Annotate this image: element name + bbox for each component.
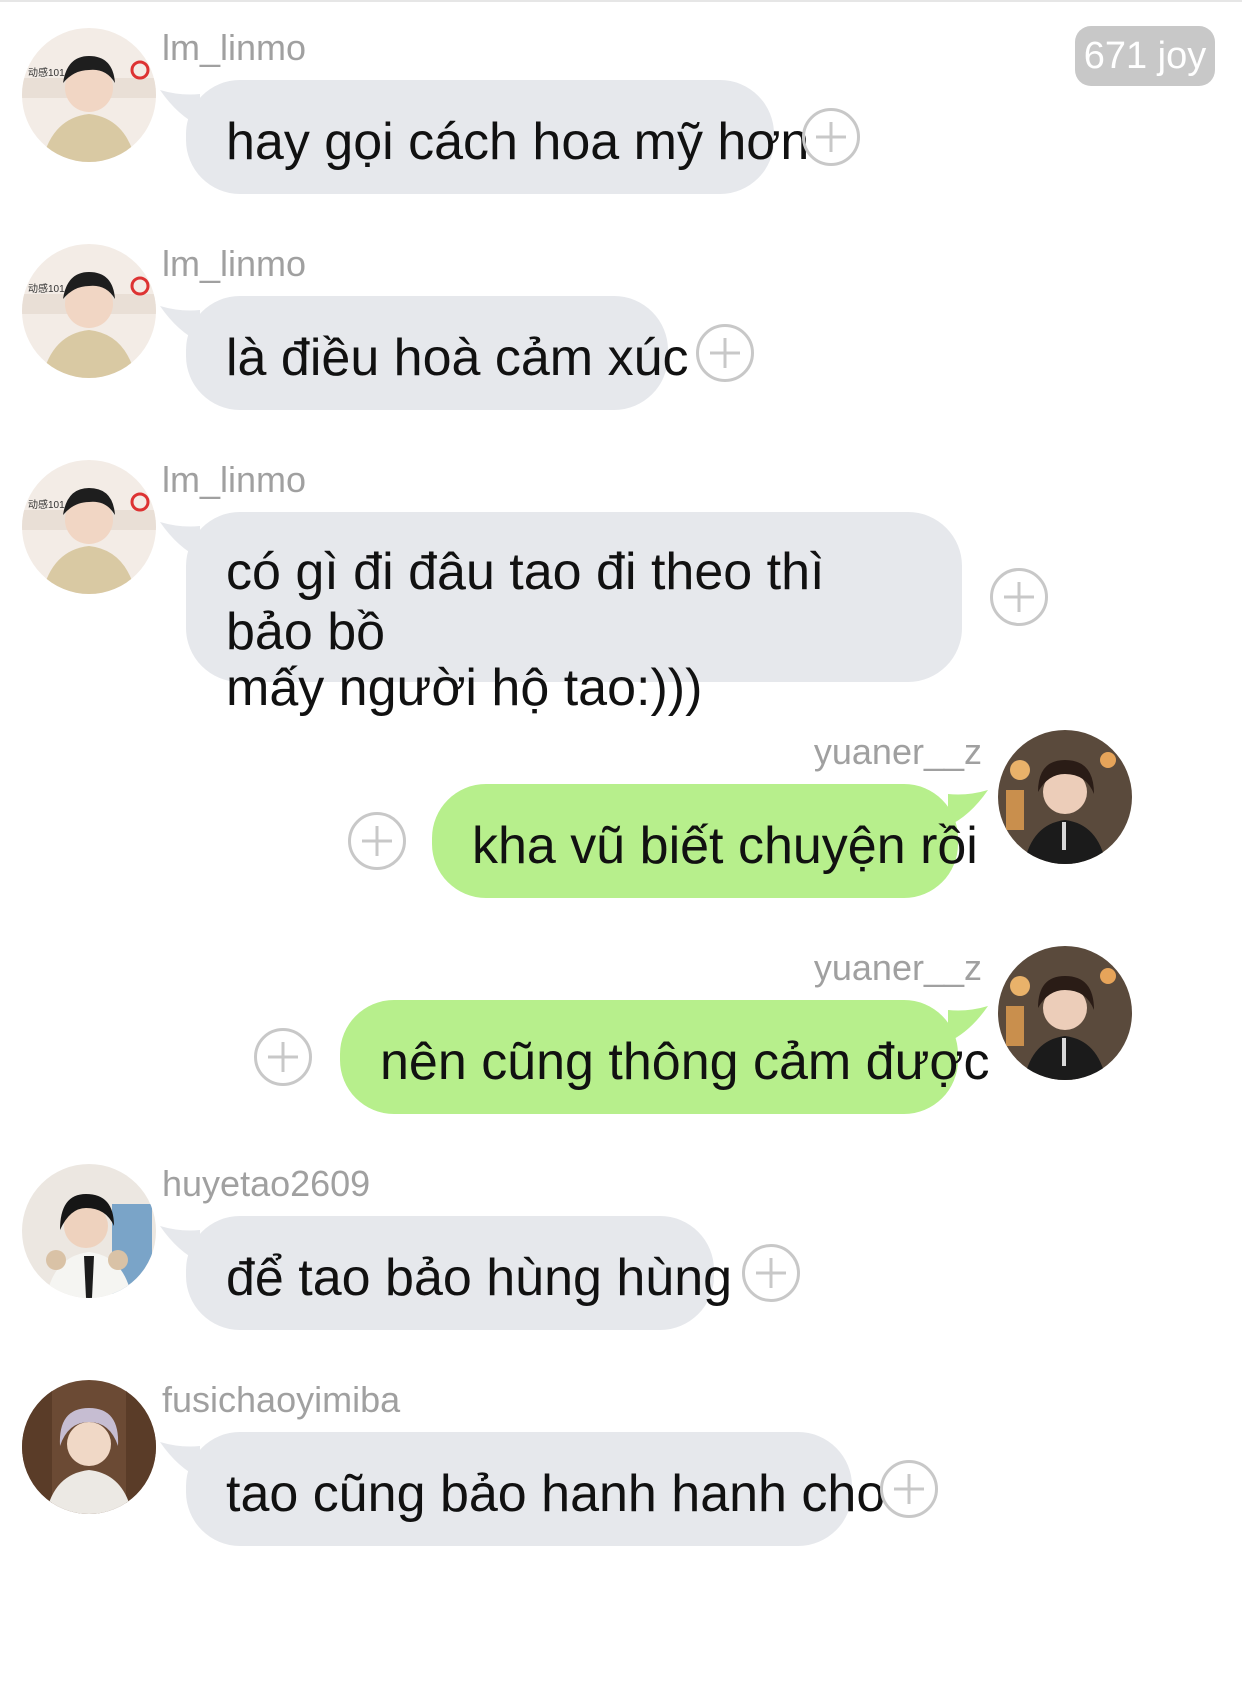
svg-text:动感101: 动感101 [28,282,65,295]
plus-circle-icon[interactable] [348,812,406,870]
username: lm_linmo [162,27,307,68]
avatar[interactable]: 动感101 [22,28,156,162]
username: yuaner__z [813,731,982,772]
message-bubble[interactable]: tao cũng bảo hanh hanh cho [186,1432,885,1546]
plus-circle-icon[interactable] [254,1028,312,1086]
message-line: mấy người hộ tao:))) [226,659,703,717]
avatar[interactable] [998,730,1132,864]
username: yuaner__z [813,947,982,988]
plus-circle-icon[interactable] [696,324,754,382]
top-divider [0,0,1242,2]
joy-count-badge: 671 joy [1075,26,1215,86]
message-bubble[interactable]: để tao bảo hùng hùng [186,1216,732,1330]
plus-circle-icon[interactable] [990,568,1048,626]
avatar[interactable]: 动感101 [22,244,156,378]
plus-circle-icon[interactable] [880,1460,938,1518]
svg-text:动感101: 动感101 [28,498,65,511]
message-bubble[interactable]: kha vũ biết chuyện rồi [432,784,978,898]
message-bubble[interactable]: nên cũng thông cảm được [340,1000,990,1114]
svg-text:动感101: 动感101 [28,66,65,79]
avatar[interactable] [22,1380,156,1514]
avatar[interactable] [998,946,1132,1080]
username: lm_linmo [162,243,307,284]
username: huyetao2609 [162,1163,371,1204]
message-bubble[interactable]: hay gọi cách hoa mỹ hơn [186,80,809,194]
avatar[interactable] [22,1164,156,1298]
avatar[interactable]: 动感101 [22,460,156,594]
plus-circle-icon[interactable] [742,1244,800,1302]
username: fusichaoyimiba [162,1379,401,1420]
username: lm_linmo [162,459,307,500]
message-bubble[interactable]: có gì đi đâu tao đi theo thì bảo bồ mấy … [186,512,962,717]
message-line: có gì đi đâu tao đi theo thì bảo bồ [226,543,825,661]
message-bubble[interactable]: là điều hoà cảm xúc [186,296,689,410]
plus-circle-icon[interactable] [802,108,860,166]
